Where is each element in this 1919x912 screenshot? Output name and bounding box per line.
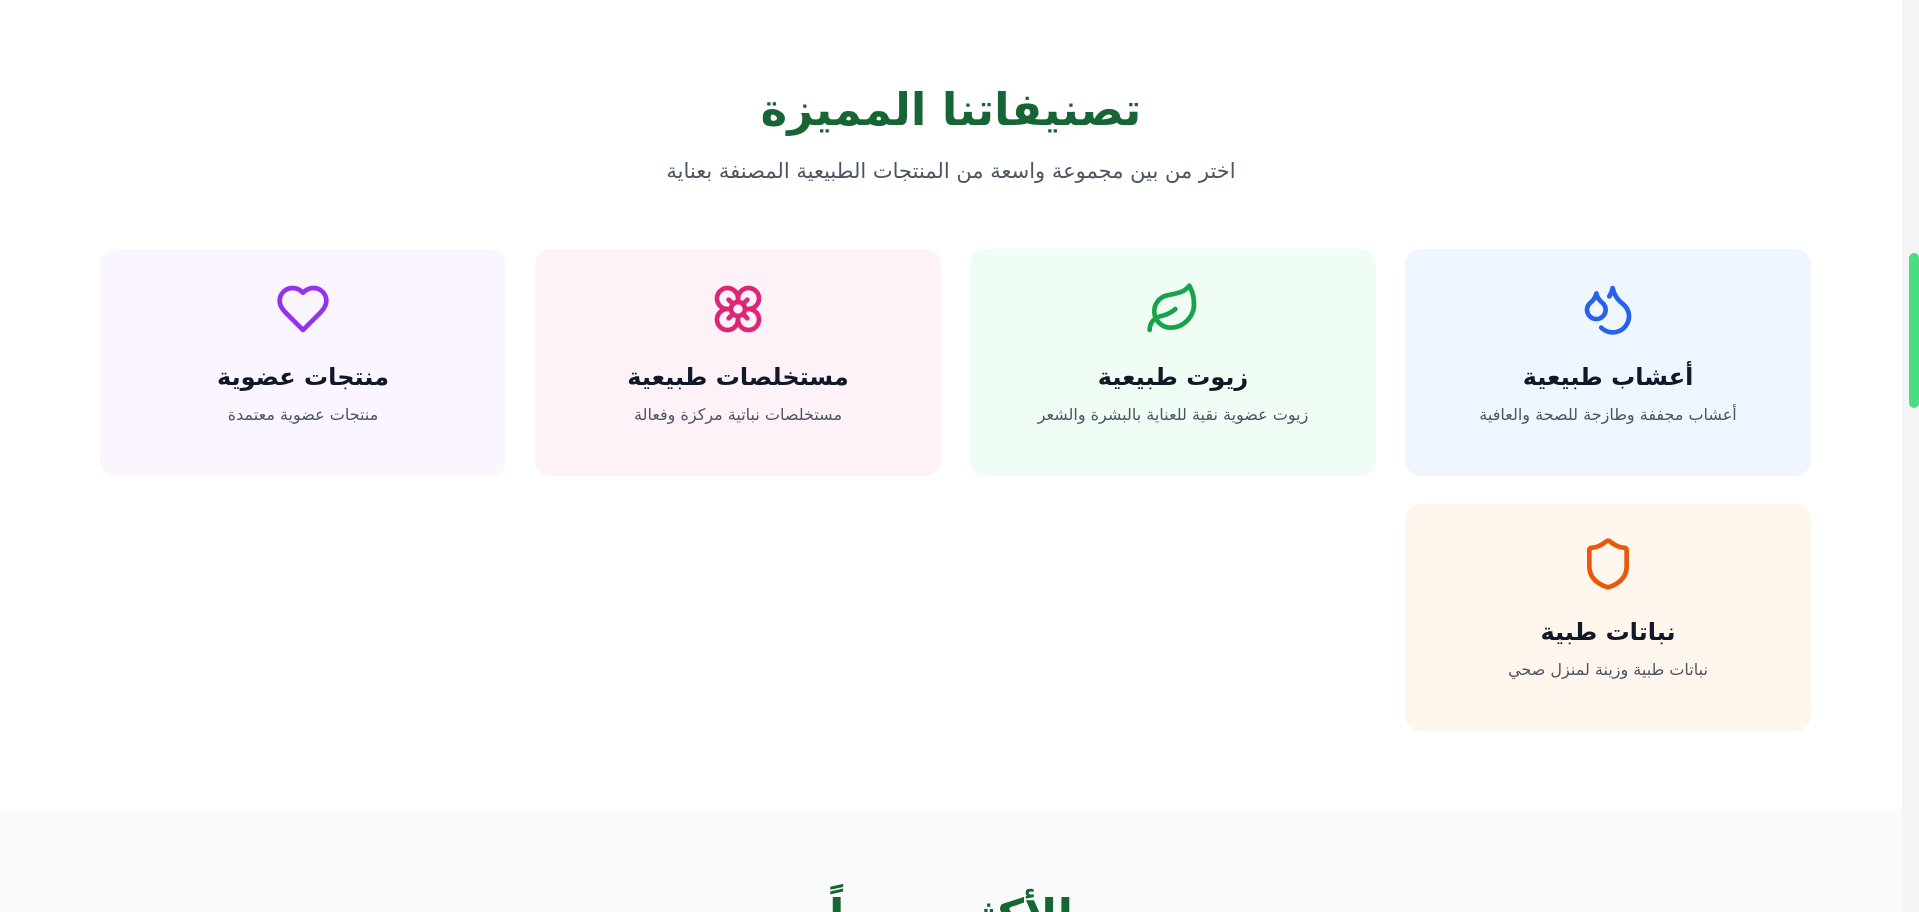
card-description: نباتات طبية وزينة لمنزل صحي [1508, 660, 1708, 679]
droplets-icon [1405, 281, 1811, 337]
card-title: مستخلصات طبيعية [627, 363, 849, 391]
card-title: أعشاب طبيعية [1522, 363, 1694, 391]
card-description: أعشاب مجففة وطازجة للصحة والعافية [1479, 405, 1737, 424]
category-card-extracts[interactable]: مستخلصات طبيعية مستخلصات نباتية مركزة وف… [535, 249, 941, 476]
page-scrollbar[interactable] [1902, 0, 1919, 912]
category-card-oils[interactable]: زيوت طبيعية زيوت عضوية نقية للعناية بالب… [970, 249, 1376, 476]
best-sellers-section: الأكثر مبيعاً [0, 809, 1902, 912]
card-title: نباتات طبية [1540, 618, 1676, 646]
card-description: مستخلصات نباتية مركزة وفعالة [633, 405, 843, 424]
section-title: الأكثر مبيعاً [0, 886, 1902, 912]
shield-icon [1405, 536, 1811, 592]
leaf-icon [970, 281, 1376, 337]
categories-section: تصنيفاتنا المميزة اختر من بين مجموعة واس… [0, 0, 1902, 809]
card-description: منتجات عضوية معتمدة [227, 405, 379, 424]
category-card-organic[interactable]: منتجات عضوية منتجات عضوية معتمدة [100, 249, 506, 476]
card-title: منتجات عضوية [217, 363, 389, 391]
heart-icon [100, 281, 506, 337]
scrollbar-thumb[interactable] [1909, 253, 1919, 408]
card-description: زيوت عضوية نقية للعناية بالبشرة والشعر [1037, 405, 1309, 424]
flower-icon [535, 281, 941, 337]
section-title: تصنيفاتنا المميزة [760, 83, 1142, 136]
category-card-herbs[interactable]: أعشاب طبيعية أعشاب مجففة وطازجة للصحة وا… [1405, 249, 1811, 476]
card-title: زيوت طبيعية [1097, 363, 1249, 391]
category-card-medicinal-plants[interactable]: نباتات طبية نباتات طبية وزينة لمنزل صحي [1405, 504, 1811, 731]
section-subtitle: اختر من بين مجموعة واسعة من المنتجات الط… [666, 159, 1236, 183]
